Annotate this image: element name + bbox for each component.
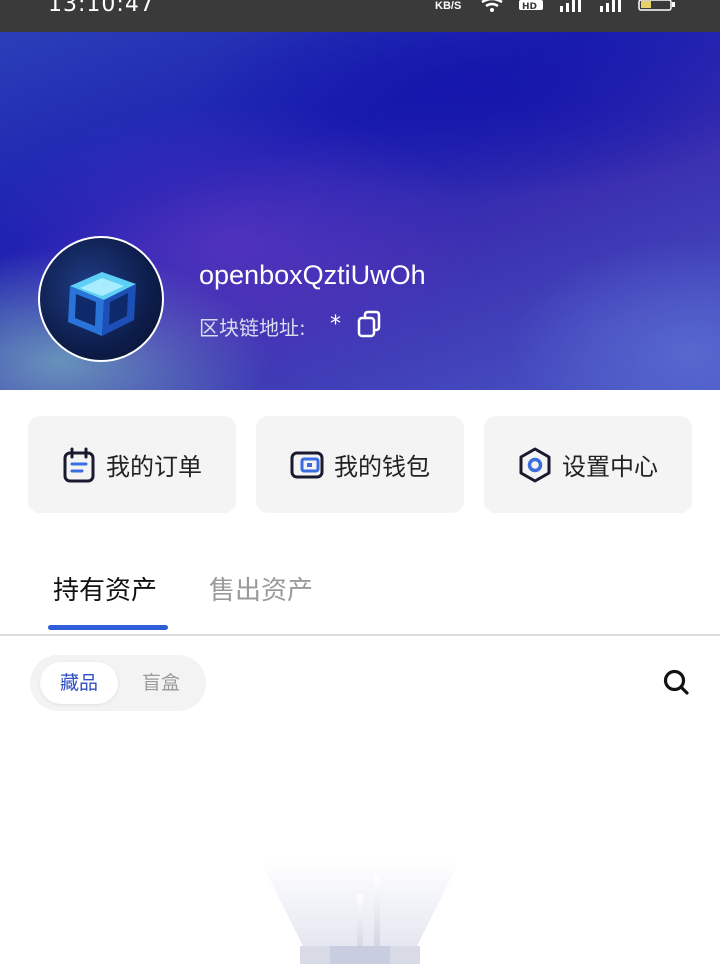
svg-text:HD: HD	[522, 2, 537, 12]
empty-state-illustration	[260, 860, 460, 964]
profile-header: openboxQztiUwOh 区块链地址: *	[0, 32, 720, 390]
active-tab-indicator	[48, 625, 168, 630]
settings-center-label: 设置中心	[562, 453, 658, 481]
my-orders-button[interactable]: 我的订单	[28, 416, 236, 513]
signal-icon	[560, 0, 581, 12]
status-time: 13:10:47	[48, 0, 155, 17]
blockchain-address-value: *	[330, 312, 341, 337]
tab-sold-assets[interactable]: 售出资产	[209, 570, 313, 607]
tab-holding-assets[interactable]: 持有资产	[53, 570, 157, 607]
blockchain-address-label: 区块链地址:	[199, 316, 306, 340]
username: openboxQztiUwOh	[199, 260, 426, 290]
network-speed-unit: KB/S	[435, 0, 462, 12]
settings-center-button[interactable]: 设置中心	[484, 416, 692, 513]
settings-icon	[519, 447, 551, 482]
search-icon[interactable]	[662, 668, 690, 696]
wifi-icon	[481, 0, 503, 12]
my-orders-label: 我的订单	[106, 453, 202, 481]
order-icon	[63, 447, 95, 482]
segment-blind-boxes[interactable]: 盲盒	[126, 662, 196, 704]
my-wallet-button[interactable]: 我的钱包	[256, 416, 464, 513]
wallet-icon	[290, 451, 324, 478]
segment-collectibles[interactable]: 藏品	[40, 662, 118, 704]
avatar[interactable]	[38, 236, 164, 362]
cube-logo-icon	[68, 272, 136, 336]
asset-type-segment: 藏品 盲盒	[30, 655, 206, 711]
copy-icon[interactable]	[356, 310, 382, 338]
my-wallet-label: 我的钱包	[334, 453, 430, 481]
status-icons: HD	[480, 0, 676, 14]
signal-icon-2	[600, 0, 621, 12]
status-bar: 13:10:47 KB/S HD	[0, 0, 720, 32]
hd-icon: HD	[519, 0, 543, 12]
tab-divider	[0, 634, 720, 636]
battery-icon	[638, 0, 675, 11]
